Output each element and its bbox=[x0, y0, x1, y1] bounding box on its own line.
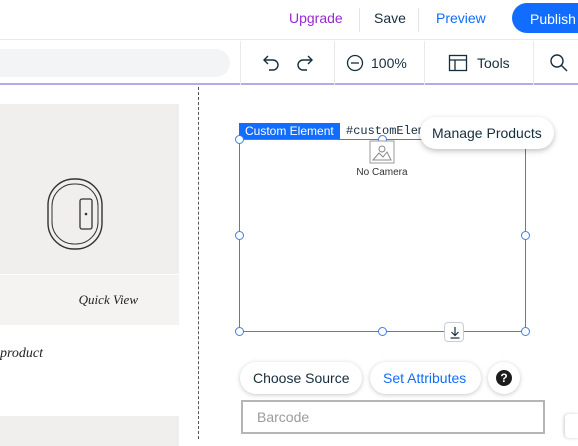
camera-status-text: No Camera bbox=[356, 167, 408, 178]
help-icon[interactable]: ? bbox=[496, 370, 512, 386]
watch-icon bbox=[47, 178, 103, 250]
resize-handle-top-left[interactable] bbox=[235, 135, 244, 144]
product-name-text: product bbox=[0, 346, 44, 361]
section-guide-line bbox=[198, 87, 199, 439]
toolbar-divider bbox=[240, 41, 241, 85]
toolbar-divider bbox=[424, 41, 425, 85]
toolbar-divider bbox=[533, 41, 534, 85]
publish-button[interactable]: Publish bbox=[512, 3, 578, 33]
undo-icon[interactable] bbox=[260, 52, 282, 74]
tools-button[interactable]: Tools bbox=[477, 55, 510, 71]
top-bar-divider bbox=[418, 8, 419, 32]
resize-handle-bottom[interactable] bbox=[378, 327, 387, 336]
preview-button[interactable]: Preview bbox=[436, 10, 486, 26]
top-bar-divider bbox=[359, 8, 360, 32]
tools-icon[interactable] bbox=[448, 54, 468, 72]
zoom-level[interactable]: 100% bbox=[371, 55, 407, 71]
product-image[interactable] bbox=[0, 104, 179, 274]
manage-products-button[interactable]: Manage Products bbox=[420, 117, 554, 149]
side-panel-tab[interactable] bbox=[565, 414, 578, 438]
resize-handle-left[interactable] bbox=[235, 231, 244, 240]
toolbar-search-field[interactable] bbox=[0, 49, 230, 77]
search-icon[interactable] bbox=[549, 53, 569, 73]
product-image[interactable] bbox=[0, 416, 179, 446]
element-type-label: Custom Element bbox=[239, 123, 340, 139]
redo-icon[interactable] bbox=[294, 52, 316, 74]
zoom-out-icon[interactable] bbox=[346, 54, 364, 72]
barcode-input[interactable]: Barcode bbox=[241, 400, 545, 434]
resize-handle-bottom-left[interactable] bbox=[235, 327, 244, 336]
save-button[interactable]: Save bbox=[374, 10, 406, 26]
quick-view-label[interactable]: Quick View bbox=[0, 292, 138, 308]
download-icon[interactable] bbox=[444, 322, 464, 342]
toolbar-divider bbox=[334, 41, 335, 85]
no-camera-icon bbox=[369, 140, 395, 164]
resize-handle-right[interactable] bbox=[521, 231, 530, 240]
choose-source-button[interactable]: Choose Source bbox=[240, 362, 362, 394]
upgrade-link[interactable]: Upgrade bbox=[289, 10, 343, 26]
resize-handle-bottom-right[interactable] bbox=[521, 327, 530, 336]
set-attributes-button[interactable]: Set Attributes bbox=[370, 362, 481, 394]
